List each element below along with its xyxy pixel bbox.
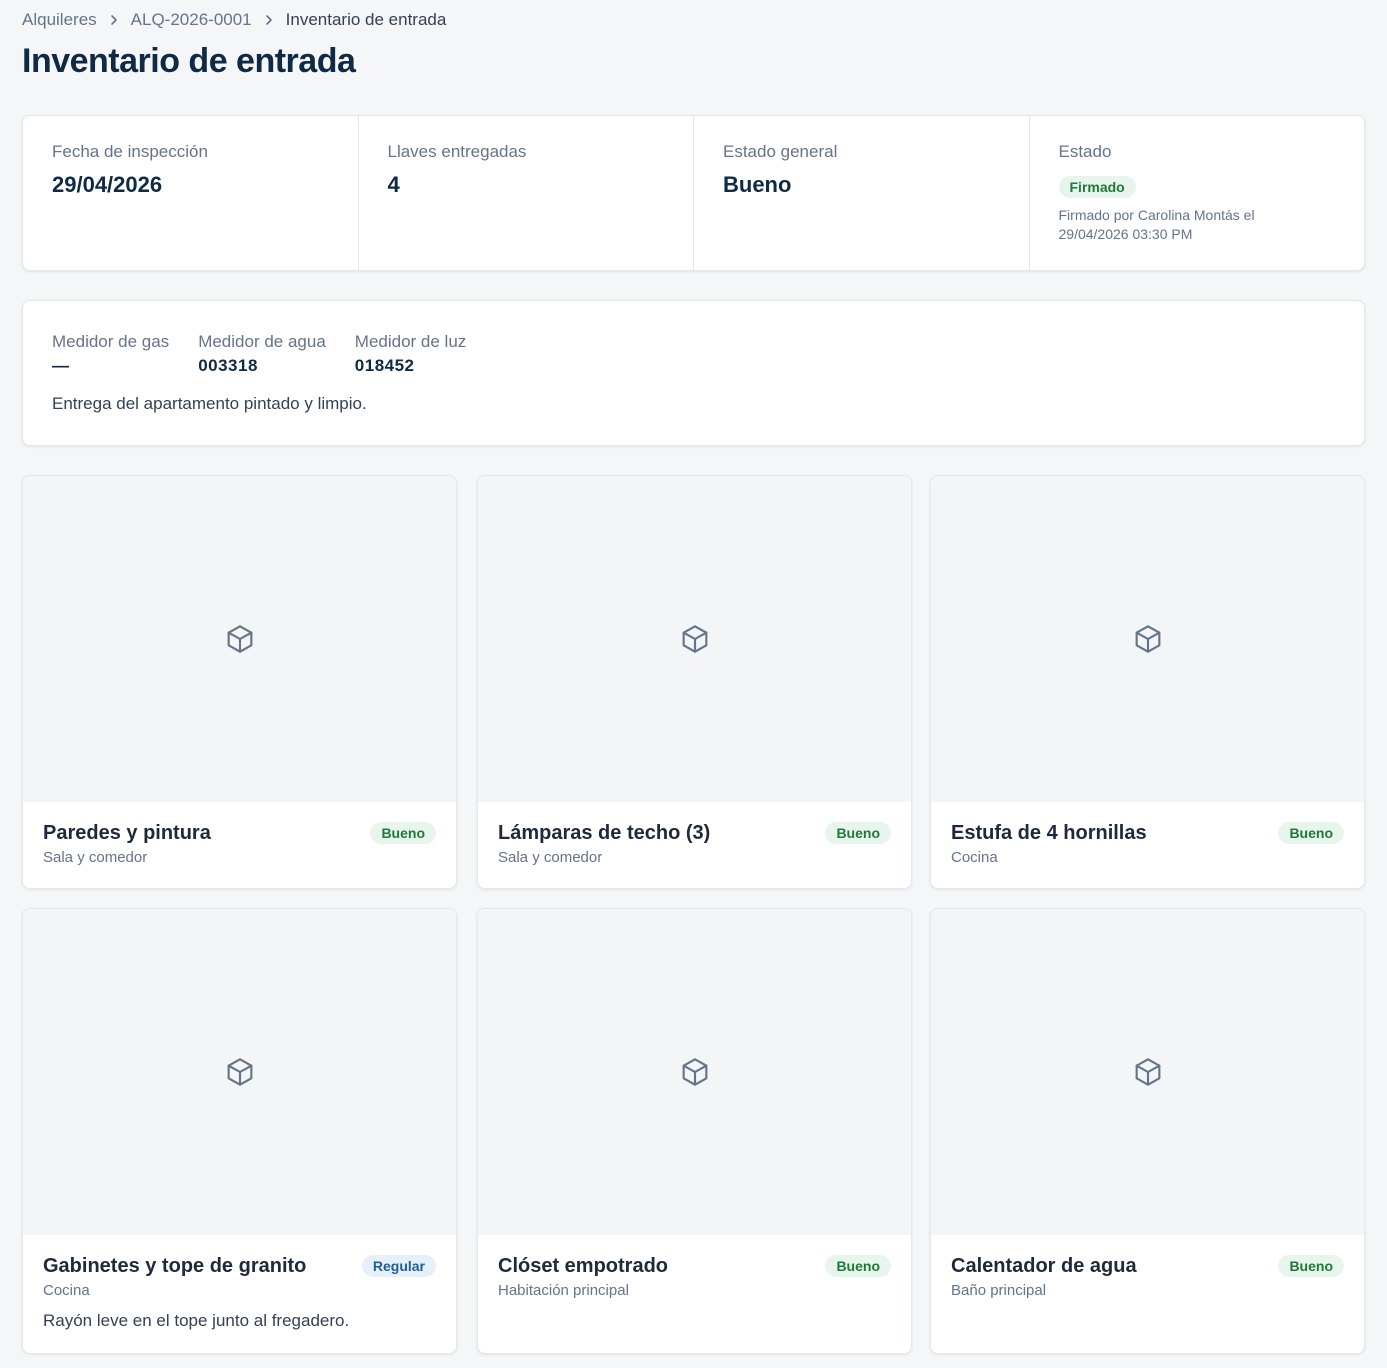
item-condition-badge: Bueno (1278, 1255, 1344, 1277)
power-meter-value: 018452 (354, 356, 415, 375)
inspection-date-cell: Fecha de inspección 29/04/2026 (23, 116, 359, 270)
item-card[interactable]: Calentador de agua Baño principal Bueno (930, 908, 1365, 1354)
chevron-right-icon (264, 14, 274, 26)
item-card[interactable]: Lámparas de techo (3) Sala y comedor Bue… (477, 475, 912, 889)
page-title: Inventario de entrada (22, 42, 356, 80)
item-condition-badge: Bueno (1278, 822, 1344, 844)
water-meter: Medidor de agua 003318 (198, 332, 326, 376)
package-icon (682, 1058, 707, 1086)
status-cell: Estado Firmado Firmado por Carolina Mont… (1030, 116, 1365, 270)
item-location: Cocina (951, 849, 998, 866)
item-photo-placeholder (478, 476, 911, 802)
meters-card: Medidor de gas — Medidor de agua 003318 … (22, 300, 1365, 446)
item-location: Sala y comedor (498, 849, 603, 866)
status-badge: Firmado (1058, 176, 1136, 198)
item-photo-placeholder (931, 476, 1364, 802)
item-condition-badge: Regular (361, 1255, 436, 1277)
item-card[interactable]: Paredes y pintura Sala y comedor Bueno (22, 475, 457, 889)
package-icon (1135, 1058, 1160, 1086)
keys-cell: Llaves entregadas 4 (359, 116, 694, 270)
chevron-right-icon (109, 14, 119, 26)
status-label: Estado (1058, 142, 1112, 161)
water-meter-value: 003318 (198, 356, 258, 375)
water-meter-label: Medidor de agua (198, 332, 326, 351)
item-location: Habitación principal (498, 1282, 629, 1299)
inspection-date-label: Fecha de inspección (52, 142, 208, 161)
item-card[interactable]: Estufa de 4 hornillas Cocina Bueno (930, 475, 1365, 889)
item-card[interactable]: Clóset empotrado Habitación principal Bu… (477, 908, 912, 1354)
breadcrumb-current: Inventario de entrada (285, 10, 447, 29)
general-state-label: Estado general (723, 142, 838, 161)
signed-by-text: Firmado por Carolina Montás el 29/04/202… (1058, 207, 1255, 242)
gas-meter: Medidor de gas — (52, 332, 169, 376)
inspection-date-value: 29/04/2026 (52, 172, 163, 197)
delivery-note: Entrega del apartamento pintado y limpio… (52, 394, 367, 413)
breadcrumb-link-alquileres[interactable]: Alquileres (22, 10, 97, 30)
item-card[interactable]: Gabinetes y tope de granito Cocina Rayón… (22, 908, 457, 1354)
breadcrumb: Alquileres ALQ-2026-0001 Inventario de e… (22, 10, 446, 30)
inspection-summary-card: Fecha de inspección 29/04/2026 Llaves en… (22, 115, 1365, 271)
item-photo-placeholder (478, 909, 911, 1235)
item-photo-placeholder (931, 909, 1364, 1235)
general-state-value: Bueno (723, 172, 792, 197)
package-icon (1135, 625, 1160, 653)
power-meter-label: Medidor de luz (354, 332, 467, 351)
item-photo-placeholder (23, 476, 456, 802)
gas-meter-value: — (52, 356, 70, 375)
keys-value: 4 (387, 172, 400, 197)
power-meter: Medidor de luz 018452 (355, 332, 467, 376)
package-icon (227, 1058, 252, 1086)
gas-meter-label: Medidor de gas (52, 332, 170, 351)
keys-label: Llaves entregadas (387, 142, 527, 161)
package-icon (227, 625, 252, 653)
item-note: Rayón leve en el tope junto al fregadero… (43, 1311, 350, 1330)
item-condition-badge: Bueno (825, 822, 891, 844)
item-condition-badge: Bueno (370, 822, 436, 844)
item-photo-placeholder (23, 909, 456, 1235)
item-location: Cocina (43, 1282, 90, 1299)
package-icon (682, 625, 707, 653)
item-condition-badge: Bueno (825, 1255, 891, 1277)
general-state-cell: Estado general Bueno (694, 116, 1030, 270)
item-location: Baño principal (951, 1282, 1047, 1299)
item-location: Sala y comedor (43, 849, 148, 866)
breadcrumb-link-rental[interactable]: ALQ-2026-0001 (131, 10, 252, 30)
